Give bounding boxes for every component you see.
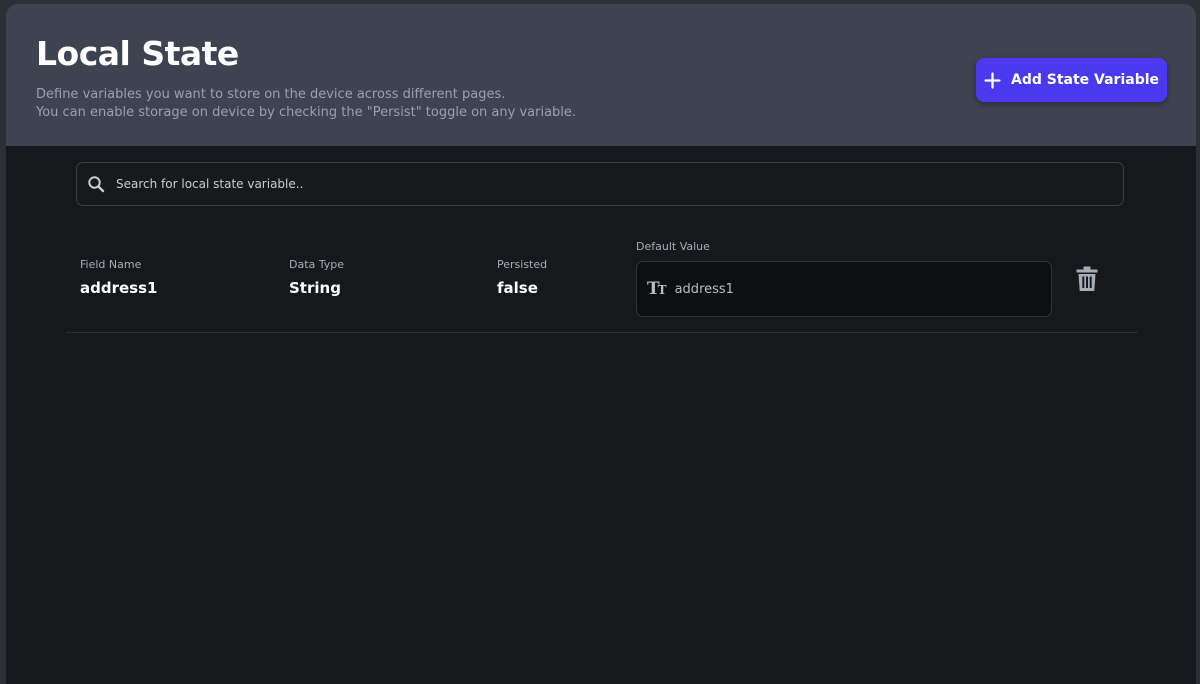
search-bar[interactable] xyxy=(76,162,1124,206)
field-name-value: address1 xyxy=(80,279,158,297)
page-title: Local State xyxy=(36,34,239,73)
persisted-value: false xyxy=(497,279,538,297)
local-state-panel: Local State Define variables you want to… xyxy=(6,4,1196,684)
add-state-variable-button[interactable]: Add State Variable xyxy=(976,58,1167,102)
default-value-field[interactable]: TT address1 xyxy=(636,261,1052,317)
page-description-line-1: Define variables you want to store on th… xyxy=(36,87,506,102)
plus-icon xyxy=(984,71,1001,89)
persisted-label: Persisted xyxy=(497,258,548,271)
search-input[interactable] xyxy=(116,177,1123,191)
trash-icon[interactable] xyxy=(1076,266,1098,292)
page-header: Local State Define variables you want to… xyxy=(6,4,1196,146)
text-type-icon: TT xyxy=(647,279,667,299)
search-icon xyxy=(88,176,105,193)
data-type-label: Data Type xyxy=(289,258,345,271)
add-state-variable-label: Add State Variable xyxy=(1010,72,1160,88)
row-divider xyxy=(66,332,1138,333)
default-value-label: Default Value xyxy=(636,240,710,253)
page-description-line-2: You can enable storage on device by chec… xyxy=(36,105,577,120)
field-name-label: Field Name xyxy=(80,258,142,271)
data-type-value: String xyxy=(289,279,341,297)
default-value-text: address1 xyxy=(674,281,734,297)
